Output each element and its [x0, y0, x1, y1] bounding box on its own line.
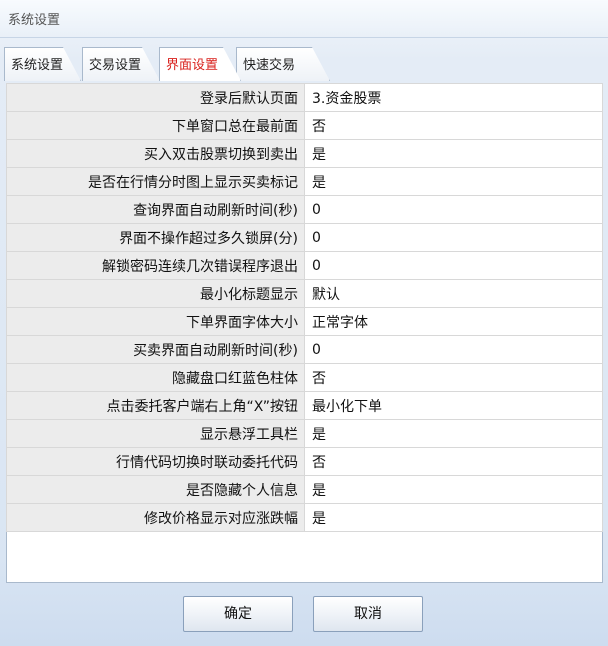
- window-title: 系统设置: [8, 13, 61, 28]
- setting-label: 查询界面自动刷新时间(秒): [6, 195, 305, 224]
- setting-value[interactable]: 否: [304, 363, 603, 392]
- settings-panel: 登录后默认页面 3.资金股票 下单窗口总在最前面 否 买入双击股票切换到卖出 是…: [6, 83, 603, 583]
- tab-label: 系统设置: [11, 58, 64, 73]
- setting-value[interactable]: 0: [304, 335, 603, 364]
- table-row: 解锁密码连续几次错误程序退出 0: [6, 251, 603, 280]
- setting-value[interactable]: 是: [304, 475, 603, 504]
- setting-value[interactable]: 3.资金股票: [304, 83, 603, 112]
- setting-value[interactable]: 是: [304, 167, 603, 196]
- setting-value[interactable]: 正常字体: [304, 307, 603, 336]
- setting-value[interactable]: 最小化下单: [304, 391, 603, 420]
- table-row: 界面不操作超过多久锁屏(分) 0: [6, 223, 603, 252]
- setting-label: 隐藏盘口红蓝色柱体: [6, 363, 305, 392]
- setting-label: 最小化标题显示: [6, 279, 305, 308]
- tab-quick-trade[interactable]: 快速交易: [236, 47, 330, 81]
- setting-label: 解锁密码连续几次错误程序退出: [6, 251, 305, 280]
- table-row: 查询界面自动刷新时间(秒) 0: [6, 195, 603, 224]
- tab-label: 界面设置: [166, 58, 219, 73]
- setting-label: 买入双击股票切换到卖出: [6, 139, 305, 168]
- setting-label: 下单窗口总在最前面: [6, 111, 305, 140]
- setting-value[interactable]: 0: [304, 223, 603, 252]
- setting-label: 买卖界面自动刷新时间(秒): [6, 335, 305, 364]
- tab-label: 交易设置: [89, 58, 142, 73]
- table-row: 登录后默认页面 3.资金股票: [6, 83, 603, 112]
- table-row: 是否隐藏个人信息 是: [6, 475, 603, 504]
- setting-label: 登录后默认页面: [6, 83, 305, 112]
- table-row: 行情代码切换时联动委托代码 否: [6, 447, 603, 476]
- setting-label: 显示悬浮工具栏: [6, 419, 305, 448]
- table-row: 点击委托客户端右上角“X”按钮 最小化下单: [6, 391, 603, 420]
- table-row: 是否在行情分时图上显示买卖标记 是: [6, 167, 603, 196]
- tab-strip: 系统设置 交易设置 界面设置 快速交易: [4, 47, 604, 81]
- setting-label: 是否在行情分时图上显示买卖标记: [6, 167, 305, 196]
- settings-table: 登录后默认页面 3.资金股票 下单窗口总在最前面 否 买入双击股票切换到卖出 是…: [6, 83, 603, 532]
- setting-value[interactable]: 0: [304, 195, 603, 224]
- tab-system-settings[interactable]: 系统设置: [4, 47, 81, 81]
- table-row: 最小化标题显示 默认: [6, 279, 603, 308]
- tab-interface-settings[interactable]: 界面设置: [159, 47, 241, 81]
- setting-label: 下单界面字体大小: [6, 307, 305, 336]
- tab-trade-settings[interactable]: 交易设置: [82, 47, 160, 81]
- setting-value[interactable]: 否: [304, 111, 603, 140]
- table-row: 隐藏盘口红蓝色柱体 否: [6, 363, 603, 392]
- table-row: 下单界面字体大小 正常字体: [6, 307, 603, 336]
- table-row: 下单窗口总在最前面 否: [6, 111, 603, 140]
- setting-label: 是否隐藏个人信息: [6, 475, 305, 504]
- setting-label: 界面不操作超过多久锁屏(分): [6, 223, 305, 252]
- table-row: 显示悬浮工具栏 是: [6, 419, 603, 448]
- setting-label: 点击委托客户端右上角“X”按钮: [6, 391, 305, 420]
- setting-value[interactable]: 否: [304, 447, 603, 476]
- table-row: 修改价格显示对应涨跌幅 是: [6, 503, 603, 532]
- table-row: 买卖界面自动刷新时间(秒) 0: [6, 335, 603, 364]
- cancel-button[interactable]: 取消: [313, 596, 423, 632]
- setting-label: 修改价格显示对应涨跌幅: [6, 503, 305, 532]
- setting-label: 行情代码切换时联动委托代码: [6, 447, 305, 476]
- setting-value[interactable]: 是: [304, 503, 603, 532]
- setting-value[interactable]: 0: [304, 251, 603, 280]
- setting-value[interactable]: 默认: [304, 279, 603, 308]
- confirm-button[interactable]: 确定: [183, 596, 293, 632]
- tab-label: 快速交易: [243, 58, 296, 73]
- title-bar: 系统设置: [0, 0, 608, 38]
- setting-value[interactable]: 是: [304, 139, 603, 168]
- setting-value[interactable]: 是: [304, 419, 603, 448]
- table-row: 买入双击股票切换到卖出 是: [6, 139, 603, 168]
